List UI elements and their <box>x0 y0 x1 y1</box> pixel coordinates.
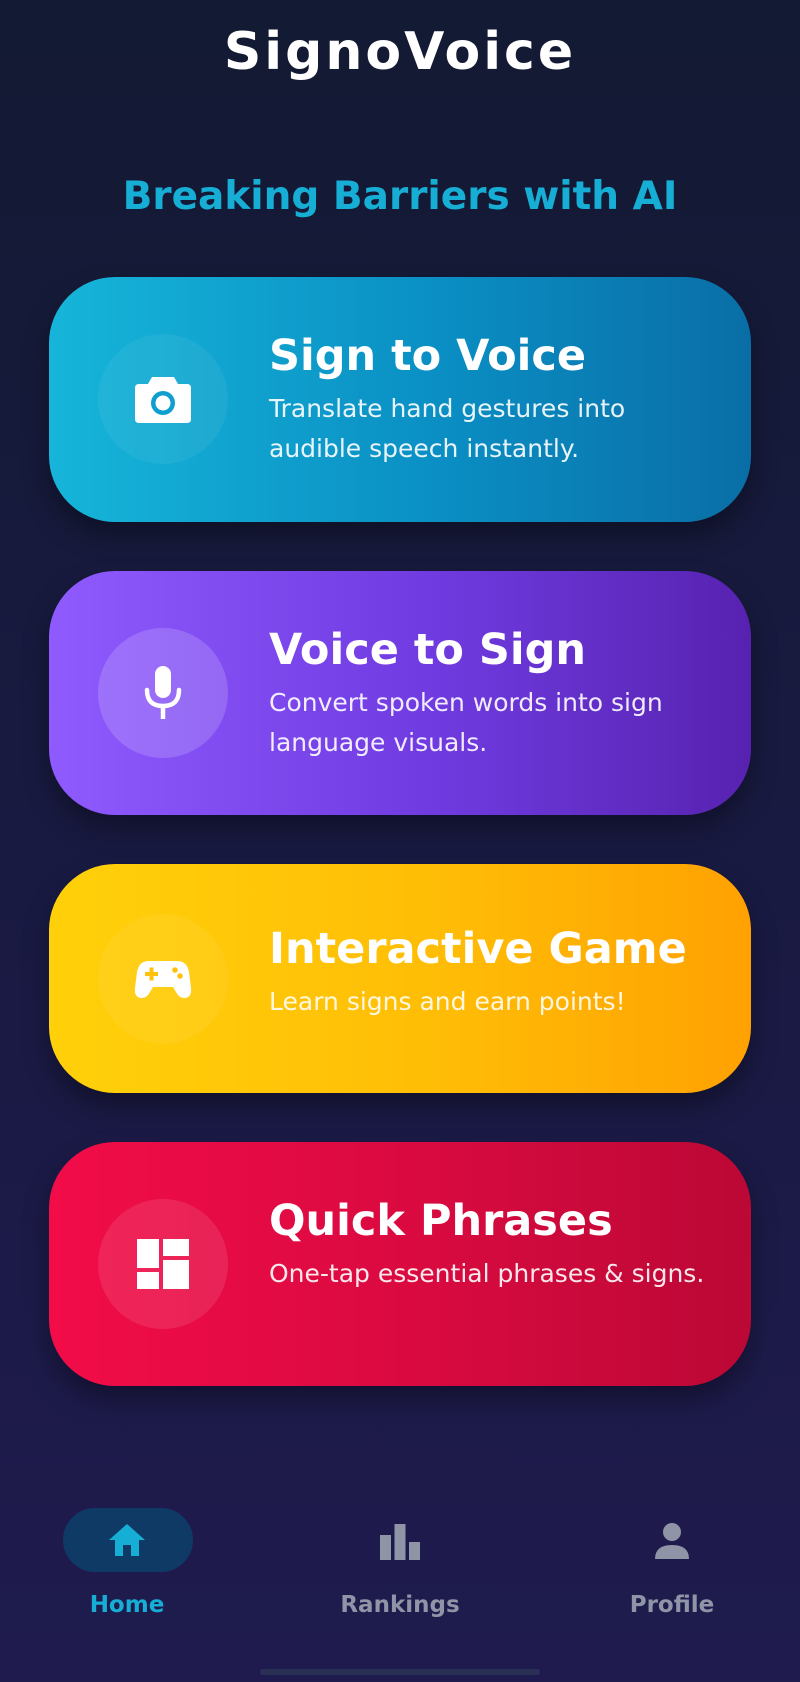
card-description: Translate hand gestures into audible spe… <box>269 394 626 463</box>
nav-label: Profile <box>629 1592 715 1618</box>
dashboard-grid-icon-circle <box>98 1199 228 1329</box>
gamepad-icon <box>134 961 192 998</box>
camera-icon-circle <box>98 334 228 464</box>
card-title: Sign to Voice <box>269 331 586 381</box>
bottom-navigation: Home Rankings Profile <box>0 1490 800 1682</box>
card-description: Convert spoken words into sign language … <box>269 688 663 757</box>
card-description: Learn signs and earn points! <box>269 987 626 1016</box>
tagline: Breaking Barriers with AI <box>122 174 678 219</box>
home-indicator-bar <box>260 1669 540 1675</box>
nav-label: Rankings <box>340 1592 460 1618</box>
camera-icon <box>135 377 191 423</box>
home-icon <box>109 1524 145 1556</box>
microphone-icon-circle <box>98 628 228 758</box>
interactive-game-card[interactable]: Interactive Game Learn signs and earn po… <box>49 864 751 1093</box>
card-title: Interactive Game <box>269 924 687 974</box>
nav-rankings[interactable]: Rankings <box>310 1508 490 1638</box>
nav-home[interactable]: Home <box>37 1508 217 1638</box>
dashboard-grid-icon <box>137 1239 189 1289</box>
quick-phrases-card[interactable]: Quick Phrases One-tap essential phrases … <box>49 1142 751 1386</box>
microphone-icon <box>144 666 182 719</box>
sign-to-voice-card[interactable]: Sign to Voice Translate hand gestures in… <box>49 277 751 522</box>
gamepad-icon-circle <box>98 914 228 1044</box>
card-title: Voice to Sign <box>269 625 586 675</box>
app-title: SignoVoice <box>223 22 577 82</box>
card-description: One-tap essential phrases & signs. <box>269 1259 705 1288</box>
bar-chart-icon <box>380 1524 420 1560</box>
nav-profile[interactable]: Profile <box>582 1508 762 1638</box>
card-title: Quick Phrases <box>269 1196 613 1246</box>
nav-label: Home <box>89 1592 165 1618</box>
person-icon <box>655 1523 689 1559</box>
voice-to-sign-card[interactable]: Voice to Sign Convert spoken words into … <box>49 571 751 815</box>
